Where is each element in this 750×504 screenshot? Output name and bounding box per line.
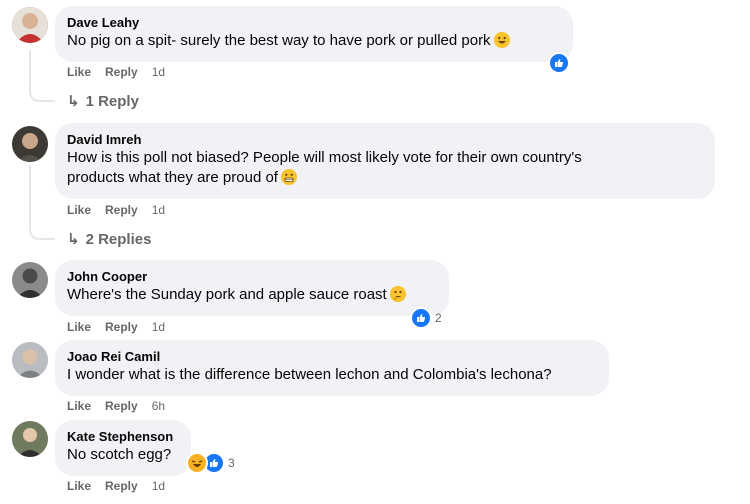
- comment-bubble: David Imreh How is this poll not biased?…: [55, 123, 715, 199]
- comment-author[interactable]: John Cooper: [67, 268, 437, 285]
- comment-text: Where's the Sunday pork and apple sauce …: [67, 285, 437, 305]
- comment-actions: Like Reply 1d: [67, 203, 165, 217]
- reply-button[interactable]: Reply: [105, 65, 138, 79]
- reply-button[interactable]: Reply: [105, 203, 138, 217]
- comment-text-line: How is this poll not biased? People will…: [67, 149, 582, 166]
- avatar[interactable]: [12, 7, 48, 43]
- timestamp[interactable]: 1d: [152, 320, 165, 334]
- timestamp[interactable]: 1d: [152, 479, 165, 493]
- comment-bubble: John Cooper Where's the Sunday pork and …: [55, 260, 449, 316]
- grimacing-face-icon: [280, 169, 297, 185]
- grinning-face-icon: [493, 32, 510, 48]
- reply-arrow-icon: ↳: [67, 93, 80, 110]
- timestamp[interactable]: 1d: [152, 203, 165, 217]
- like-reaction-icon: [548, 52, 570, 74]
- view-replies[interactable]: ↳ 1 Reply: [67, 92, 139, 111]
- comment-actions: Like Reply 6h: [67, 399, 165, 413]
- thread-line: [29, 218, 55, 240]
- thinking-face-icon: [389, 286, 406, 302]
- reaction-icons: [186, 452, 225, 474]
- comment-text-body: No pig on a spit- surely the best way to…: [67, 32, 491, 49]
- reply-button[interactable]: Reply: [105, 320, 138, 334]
- avatar[interactable]: [12, 421, 48, 457]
- comment-author[interactable]: Kate Stephenson: [67, 428, 179, 445]
- replies-count: 1 Reply: [85, 92, 139, 110]
- like-button[interactable]: Like: [67, 399, 91, 413]
- comment-text: products what they are proud of: [67, 168, 703, 188]
- haha-reaction-icon: [186, 452, 208, 474]
- comment-bubble: Joao Rei Camil I wonder what is the diff…: [55, 340, 609, 396]
- comment-text: I wonder what is the difference between …: [67, 366, 552, 383]
- comment-author[interactable]: Joao Rei Camil: [67, 348, 597, 365]
- reply-button[interactable]: Reply: [105, 399, 138, 413]
- reaction-summary[interactable]: 2: [410, 307, 442, 329]
- thread-line: [29, 80, 55, 102]
- like-button[interactable]: Like: [67, 479, 91, 493]
- avatar[interactable]: [12, 342, 48, 378]
- comment-author[interactable]: Dave Leahy: [67, 14, 561, 31]
- like-button[interactable]: Like: [67, 320, 91, 334]
- reply-button[interactable]: Reply: [105, 479, 138, 493]
- timestamp[interactable]: 6h: [152, 399, 165, 413]
- like-button[interactable]: Like: [67, 203, 91, 217]
- comment-text-line: products what they are proud of: [67, 169, 278, 186]
- avatar[interactable]: [12, 262, 48, 298]
- comment-text: No scotch egg?: [67, 446, 172, 463]
- comment-text-body: Where's the Sunday pork and apple sauce …: [67, 286, 387, 303]
- comment-author[interactable]: David Imreh: [67, 131, 703, 148]
- reaction-summary[interactable]: 3: [186, 452, 235, 474]
- reply-arrow-icon: ↳: [67, 231, 80, 248]
- like-reaction-icon: [410, 307, 432, 329]
- comment-actions: Like Reply 1d: [67, 479, 165, 493]
- avatar[interactable]: [12, 126, 48, 162]
- view-replies[interactable]: ↳ 2 Replies: [67, 230, 152, 249]
- reaction-count: 2: [435, 311, 442, 325]
- comment-actions: Like Reply 1d: [67, 320, 165, 334]
- replies-count: 2 Replies: [85, 230, 152, 248]
- comment-actions: Like Reply 1d: [67, 65, 165, 79]
- comment-bubble: Dave Leahy No pig on a spit- surely the …: [55, 6, 573, 62]
- reaction-count: 3: [228, 456, 235, 470]
- reaction-summary[interactable]: [548, 52, 570, 74]
- comment-text: No pig on a spit- surely the best way to…: [67, 31, 561, 51]
- like-button[interactable]: Like: [67, 65, 91, 79]
- comment-bubble: Kate Stephenson No scotch egg?: [55, 420, 191, 476]
- thread-line: [29, 165, 31, 225]
- timestamp[interactable]: 1d: [152, 65, 165, 79]
